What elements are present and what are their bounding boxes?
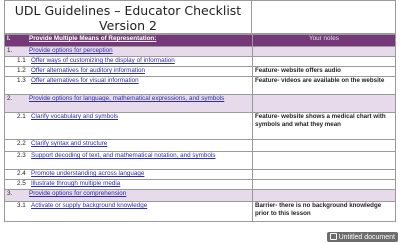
checkpoint-cell: 2.4 Promote understanding across language (4, 169, 253, 180)
note-cell (252, 56, 396, 67)
note-cell: Feature- website shows a medical chart w… (252, 112, 396, 140)
table-row: 3.1 Activate or supply background knowled… (4, 201, 396, 222)
row-number: 3. (7, 190, 13, 198)
principle-header-cell: I. Provide Multiple Means of Representati… (4, 34, 253, 47)
checkpoint-cell: 1.3 Offer alternatives for visual informa… (4, 76, 253, 95)
checkpoint-cell: 2.5 Illustrate through multiple media (4, 179, 253, 190)
checkpoint-cell: 2.2 Clarify syntax and structure (4, 139, 253, 152)
note-cell (252, 169, 396, 180)
checkpoint-link[interactable]: Illustrate through multiple media (31, 181, 120, 188)
checklist-table: I. Provide Multiple Means of Representati… (4, 34, 396, 222)
notes-header: Your notes (252, 34, 396, 47)
watermark-label: Untitled document (338, 234, 395, 241)
guideline-link[interactable]: Provide options for perception (29, 48, 113, 55)
row-number: 2.1 (17, 113, 26, 121)
note-cell (252, 179, 396, 190)
principle-header-row: I. Provide Multiple Means of Representati… (4, 34, 396, 47)
guideline-cell: 2. Provide options for language, mathemat… (4, 94, 253, 113)
note-cell: Feature- website offers audio (252, 66, 396, 77)
checkpoint-link[interactable]: Activate or supply background knowledge (31, 203, 147, 210)
note-cell (252, 46, 396, 57)
document-icon (329, 233, 337, 240)
table-row: 1. Provide options for perception (4, 46, 396, 57)
checkpoint-link[interactable]: Offer alternatives for visual informatio… (31, 78, 139, 85)
checklist-page: UDL Guidelines – Educator Checklist Vers… (4, 0, 396, 244)
row-number: 2. (7, 95, 13, 103)
title-notes-cell (251, 0, 396, 34)
note-cell (252, 94, 396, 113)
row-number: 1.1 (17, 57, 26, 65)
checkpoint-link[interactable]: Support decoding of text, and mathematic… (31, 153, 215, 160)
row-number: 1.2 (17, 67, 26, 75)
document-watermark: Untitled document (326, 232, 398, 242)
table-row: 1.3 Offer alternatives for visual informa… (4, 76, 396, 95)
checkpoint-cell: 2.1 Clarify vocabulary and symbols (4, 112, 253, 140)
guideline-cell: 3. Provide options for comprehension (4, 189, 253, 202)
row-number: 2.4 (17, 170, 26, 178)
table-row: 1.2 Offer alternatives for auditory infor… (4, 66, 396, 77)
table-row: 2.5 Illustrate through multiple media (4, 179, 396, 190)
table-row: 3. Provide options for comprehension (4, 189, 396, 202)
table-row: 2.4 Promote understanding across language (4, 169, 396, 180)
note-cell: Feature- videos are available on the web… (252, 76, 396, 95)
note-cell: Barrier- there is no background knowledg… (252, 201, 396, 222)
table-row: 2. Provide options for language, mathemat… (4, 94, 396, 113)
checkpoint-link[interactable]: Promote understanding across language (31, 171, 144, 178)
principle-number: I. (7, 35, 11, 43)
checkpoint-link[interactable]: Offer ways of customizing the display of… (31, 58, 175, 65)
table-row: 2.3 Support decoding of text, and mathema… (4, 151, 396, 170)
guideline-link[interactable]: Provide options for language, mathematic… (29, 96, 224, 103)
checkpoint-cell: 1.1 Offer ways of customizing the display… (4, 56, 253, 67)
row-number: 1.3 (17, 77, 26, 85)
checkpoint-cell: 3.1 Activate or supply background knowled… (4, 201, 253, 222)
table-row: 2.2 Clarify syntax and structure (4, 139, 396, 152)
checkpoint-link[interactable]: Offer alternatives for auditory informat… (31, 68, 145, 75)
row-number: 3.1 (17, 202, 26, 210)
checkpoint-cell: 2.3 Support decoding of text, and mathema… (4, 151, 253, 170)
row-number: 2.2 (17, 140, 26, 148)
guideline-link[interactable]: Provide options for comprehension (29, 191, 126, 198)
table-row: 2.1 Clarify vocabulary and symbols Featur… (4, 112, 396, 140)
table-row: 1.1 Offer ways of customizing the display… (4, 56, 396, 67)
row-number: 1. (7, 47, 13, 55)
principle-link[interactable]: Provide Multiple Means of Representation… (29, 36, 156, 43)
row-number: 2.3 (17, 152, 26, 160)
checkpoint-link[interactable]: Clarify vocabulary and symbols (31, 114, 118, 121)
document-title: UDL Guidelines – Educator Checklist Vers… (4, 0, 251, 34)
checkpoint-link[interactable]: Clarify syntax and structure (31, 141, 107, 148)
note-cell (252, 139, 396, 152)
checkpoint-cell: 1.2 Offer alternatives for auditory infor… (4, 66, 253, 77)
note-cell (252, 151, 396, 170)
guideline-cell: 1. Provide options for perception (4, 46, 253, 57)
title-row: UDL Guidelines – Educator Checklist Vers… (4, 0, 396, 34)
note-cell (252, 189, 396, 202)
row-number: 2.5 (17, 180, 26, 188)
